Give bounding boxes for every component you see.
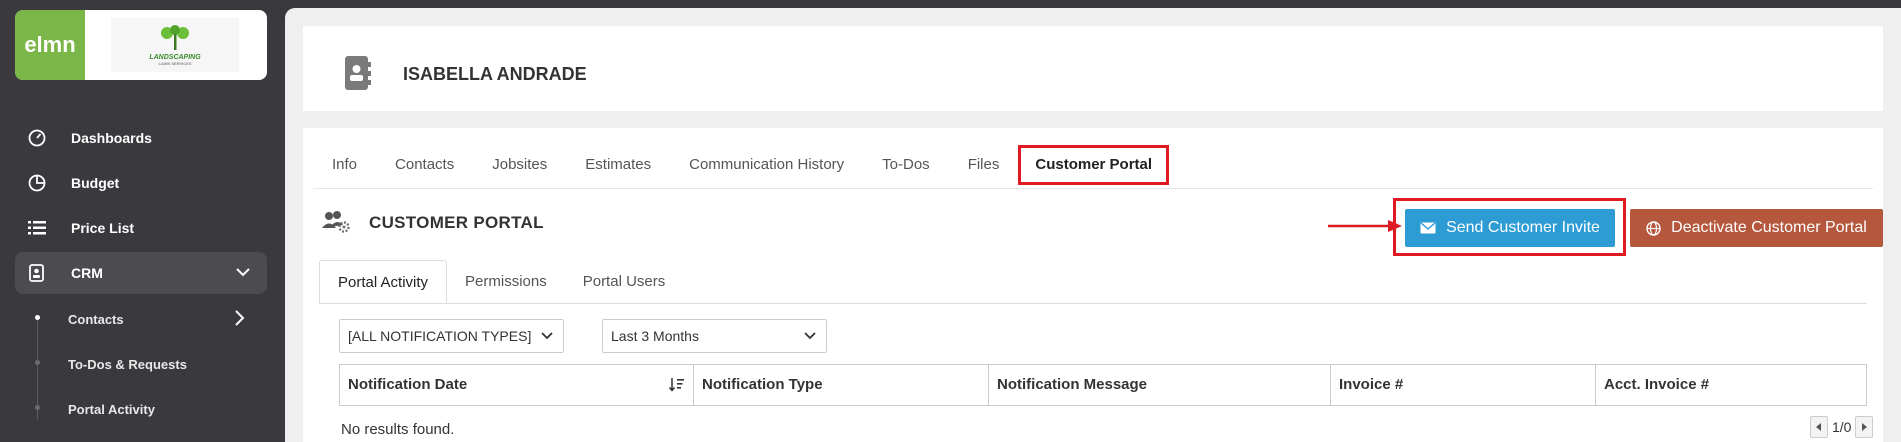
contact-card-icon (345, 56, 371, 90)
column-header-invoice-number[interactable]: Invoice # (1331, 365, 1596, 405)
list-icon (27, 218, 47, 238)
sidebar-item-label: Price List (71, 220, 135, 236)
main-content: ISABELLA ANDRADE Info Contacts Jobsites … (285, 8, 1901, 442)
app-logo: elmn (15, 10, 85, 80)
contact-name: ISABELLA ANDRADE (403, 64, 587, 84)
sidebar-subitem-portal-activity[interactable]: Portal Activity (68, 402, 155, 417)
chevron-down-icon (804, 332, 816, 340)
company-logo: LANDSCAPING LAWN SERVICES (111, 18, 239, 72)
select-value: [ALL NOTIFICATION TYPES] (348, 328, 532, 344)
tab-estimates[interactable]: Estimates (566, 145, 670, 185)
button-label: Deactivate Customer Portal (1671, 219, 1867, 236)
tab-divider (313, 188, 1873, 189)
column-header-notification-date[interactable]: Notification Date (340, 365, 694, 405)
notification-type-select[interactable]: [ALL NOTIFICATION TYPES] (339, 319, 564, 353)
tab-jobsites[interactable]: Jobsites (473, 145, 566, 185)
tab-customer-portal[interactable]: Customer Portal (1018, 145, 1170, 185)
gauge-icon (27, 128, 47, 148)
sidebar-item-dashboards[interactable]: Dashboards (15, 117, 267, 159)
column-label: Notification Date (348, 376, 468, 393)
detail-card: Info Contacts Jobsites Estimates Communi… (303, 128, 1883, 442)
date-range-select[interactable]: Last 3 Months (602, 319, 827, 353)
sidebar: elmn LANDSCAPING LAWN SERVICES Dashboard… (0, 0, 282, 442)
section-title: CUSTOMER PORTAL (369, 213, 544, 232)
button-label: Send Customer Invite (1446, 219, 1600, 236)
annotation-arrow (1328, 220, 1402, 232)
sidebar-item-label: Dashboards (71, 130, 152, 146)
sidebar-item-crm[interactable]: CRM (15, 252, 267, 294)
submenu-dot (35, 360, 40, 365)
notifications-table-header: Notification Date Notification Type Noti… (339, 364, 1867, 406)
contact-header: ISABELLA ANDRADE (303, 26, 1883, 111)
page-indicator: 1/0 (1832, 419, 1852, 435)
sort-icon[interactable] (669, 377, 685, 393)
sidebar-item-budget[interactable]: Budget (15, 162, 267, 204)
tab-info[interactable]: Info (313, 145, 376, 185)
column-header-notification-message[interactable]: Notification Message (989, 365, 1331, 405)
subtab-portal-activity[interactable]: Portal Activity (319, 260, 448, 304)
caret-right-icon (1862, 423, 1868, 431)
company-logo-text: LANDSCAPING (149, 54, 201, 61)
submenu-dot (35, 315, 40, 320)
deactivate-customer-portal-button[interactable]: Deactivate Customer Portal (1630, 209, 1883, 247)
tab-contacts[interactable]: Contacts (376, 145, 473, 185)
select-value: Last 3 Months (611, 328, 699, 344)
chevron-down-icon (236, 268, 250, 277)
sidebar-item-price-list[interactable]: Price List (15, 207, 267, 249)
tab-communication-history[interactable]: Communication History (670, 145, 863, 185)
submenu-dot (35, 405, 40, 410)
next-page-button[interactable] (1855, 416, 1874, 438)
tab-bar: Info Contacts Jobsites Estimates Communi… (313, 145, 1170, 185)
column-header-acct-invoice-number[interactable]: Acct. Invoice # (1596, 365, 1866, 405)
send-customer-invite-button[interactable]: Send Customer Invite (1405, 209, 1615, 247)
subtab-portal-users[interactable]: Portal Users (565, 260, 684, 304)
sidebar-item-label: Budget (71, 175, 120, 191)
contact-book-icon (27, 263, 47, 283)
subtab-permissions[interactable]: Permissions (447, 260, 565, 304)
subtab-divider (319, 303, 1867, 304)
globe-icon (1646, 220, 1661, 236)
users-gear-icon (322, 211, 350, 233)
empty-state-text: No results found. (341, 421, 455, 438)
tab-todos[interactable]: To-Dos (863, 145, 949, 185)
chevron-right-icon (235, 310, 245, 326)
caret-left-icon (1816, 423, 1821, 431)
subtab-bar: Portal Activity Permissions Portal Users (319, 260, 683, 304)
sidebar-item-label: CRM (71, 265, 103, 281)
tab-files[interactable]: Files (949, 145, 1019, 185)
tree-icon (161, 25, 189, 50)
company-logo-subtext: LAWN SERVICES (158, 61, 192, 66)
pie-chart-icon (27, 173, 47, 193)
prev-page-button[interactable] (1810, 416, 1828, 438)
pager: 1/0 (1810, 416, 1874, 438)
sidebar-subitem-contacts[interactable]: Contacts (68, 312, 124, 327)
envelope-icon (1420, 222, 1436, 234)
chevron-down-icon (541, 332, 553, 340)
sidebar-subitem-todos[interactable]: To-Dos & Requests (68, 357, 187, 372)
column-header-notification-type[interactable]: Notification Type (694, 365, 989, 405)
logo-card[interactable]: elmn LANDSCAPING LAWN SERVICES (15, 10, 267, 80)
